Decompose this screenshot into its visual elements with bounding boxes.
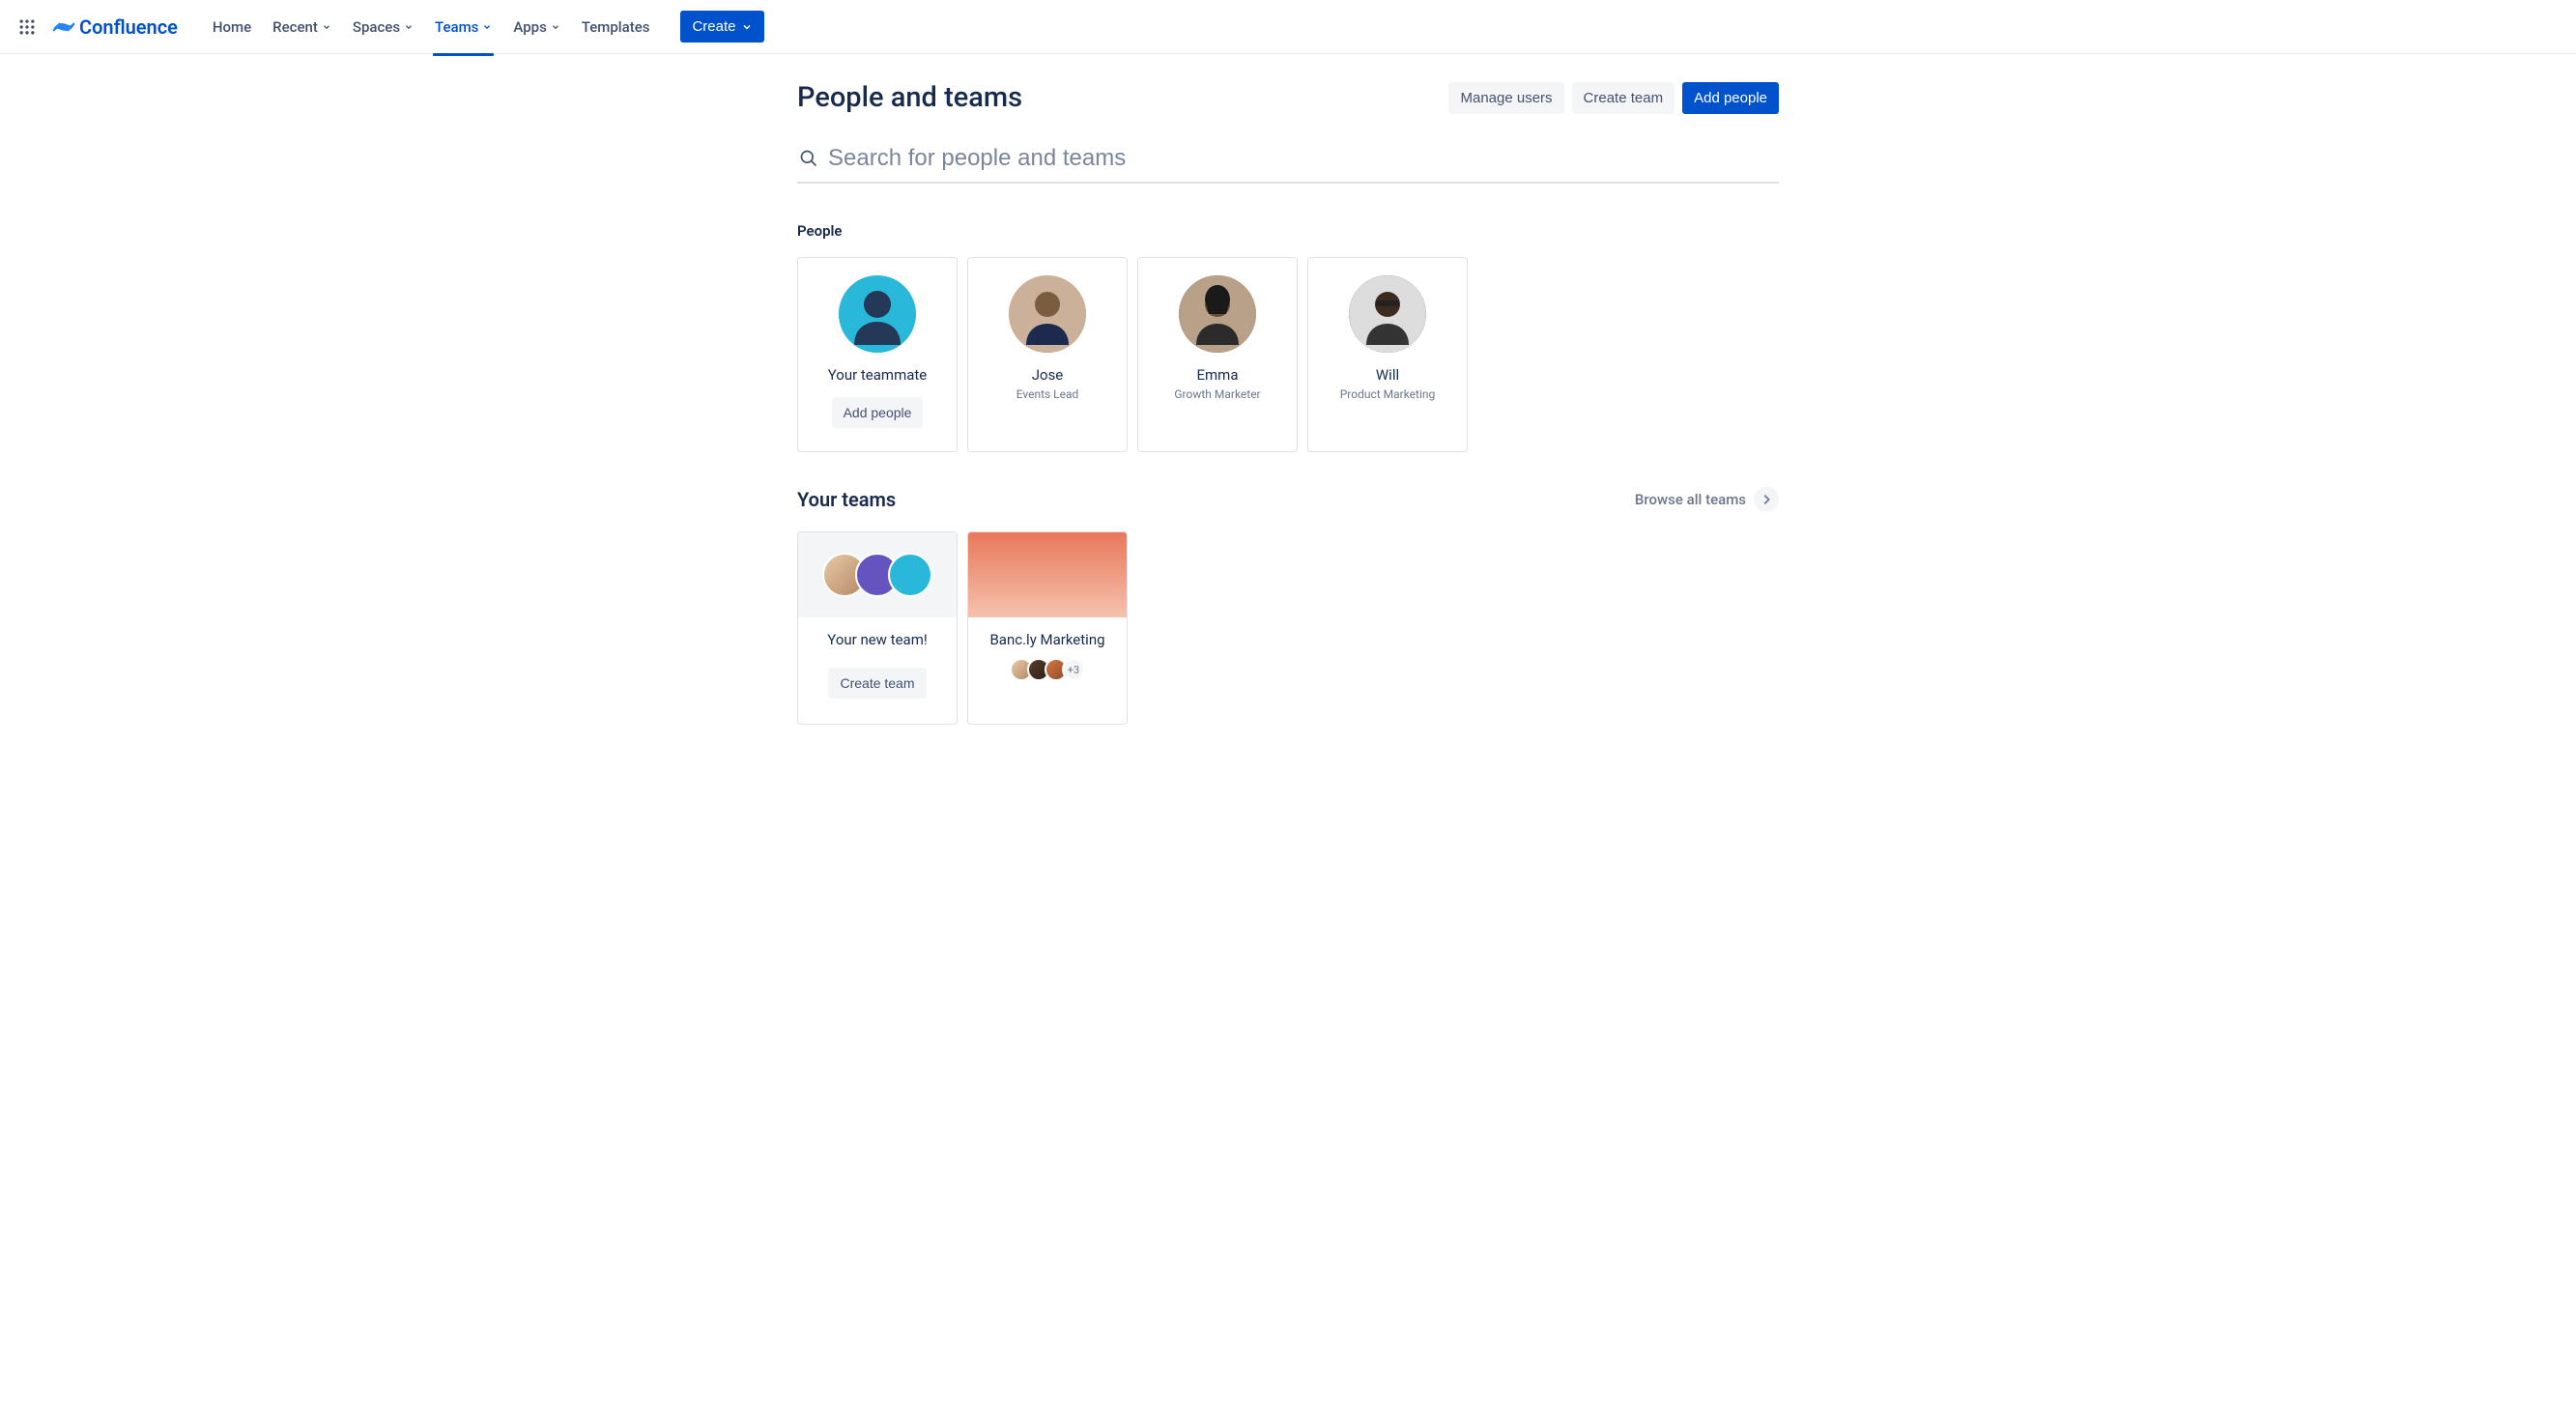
- more-members-badge: +3: [1062, 658, 1085, 681]
- manage-users-button[interactable]: Manage users: [1448, 82, 1563, 114]
- nav-apps[interactable]: Apps: [503, 13, 569, 42]
- person-card[interactable]: Emma Growth Marketer: [1137, 257, 1298, 452]
- page-title: People and teams: [797, 81, 1022, 114]
- avatar: [1349, 275, 1426, 353]
- person-name: Your teammate: [828, 366, 928, 384]
- nav-templates[interactable]: Templates: [572, 13, 660, 42]
- team-cards: Your new team! Create team Banc.ly Marke…: [797, 531, 1779, 725]
- your-teams-heading: Your teams: [797, 488, 896, 511]
- team-card[interactable]: Banc.ly Marketing +3: [967, 531, 1128, 725]
- person-role: Events Lead: [1016, 387, 1079, 401]
- mini-avatar: [888, 553, 932, 597]
- chevron-down-icon: [482, 22, 492, 32]
- nav-recent[interactable]: Recent: [263, 13, 341, 42]
- page-actions: Manage users Create team Add people: [1448, 82, 1779, 114]
- chevron-down-icon: [322, 22, 331, 32]
- chevron-down-icon: [404, 22, 414, 32]
- person-name: Emma: [1197, 366, 1239, 384]
- product-name: Confluence: [79, 15, 178, 39]
- people-cards: Your teammate Add people Jose Events Lea…: [797, 257, 1779, 452]
- person-role: Product Marketing: [1340, 387, 1436, 401]
- confluence-icon: [52, 15, 75, 39]
- add-people-card-button[interactable]: Add people: [832, 397, 924, 428]
- person-name: Will: [1376, 366, 1399, 384]
- create-button[interactable]: Create: [680, 11, 764, 43]
- team-member-avatars: +3: [1010, 658, 1085, 681]
- create-team-card-button[interactable]: Create team: [828, 668, 926, 699]
- product-logo[interactable]: Confluence: [46, 15, 184, 39]
- team-header: [798, 532, 957, 617]
- add-people-button[interactable]: Add people: [1682, 82, 1779, 114]
- top-nav: Confluence Home Recent Spaces Teams Apps…: [0, 0, 2576, 54]
- team-avatar-stack: [822, 553, 932, 597]
- people-heading: People: [797, 222, 1779, 240]
- nav-home[interactable]: Home: [203, 13, 261, 42]
- team-name: Your new team!: [827, 631, 927, 648]
- nav-spaces[interactable]: Spaces: [343, 13, 423, 42]
- team-card-placeholder[interactable]: Your new team! Create team: [797, 531, 958, 725]
- browse-all-teams-link[interactable]: Browse all teams: [1635, 487, 1779, 512]
- team-header: [968, 532, 1127, 617]
- page-header: People and teams Manage users Create tea…: [797, 81, 1779, 114]
- person-role: Growth Marketer: [1174, 387, 1260, 401]
- main-content: People and teams Manage users Create tea…: [786, 54, 1790, 817]
- avatar: [1179, 275, 1256, 353]
- person-card[interactable]: Jose Events Lead: [967, 257, 1128, 452]
- team-name: Banc.ly Marketing: [989, 631, 1104, 648]
- avatar: [1009, 275, 1086, 353]
- teams-header-row: Your teams Browse all teams: [797, 487, 1779, 512]
- search-input[interactable]: [828, 145, 1777, 172]
- search-bar[interactable]: [797, 139, 1779, 184]
- nav-items: Home Recent Spaces Teams Apps Templates: [203, 13, 660, 42]
- person-name: Jose: [1032, 366, 1064, 384]
- arrow-right-icon: [1754, 487, 1779, 512]
- avatar-placeholder-icon: [839, 275, 916, 353]
- person-card-placeholder[interactable]: Your teammate Add people: [797, 257, 958, 452]
- nav-teams[interactable]: Teams: [425, 13, 501, 42]
- chevron-down-icon: [551, 22, 560, 32]
- chevron-down-icon: [741, 21, 753, 33]
- create-team-button[interactable]: Create team: [1572, 82, 1675, 114]
- search-icon: [799, 149, 818, 168]
- person-card[interactable]: Will Product Marketing: [1307, 257, 1468, 452]
- app-switcher-icon[interactable]: [12, 12, 43, 43]
